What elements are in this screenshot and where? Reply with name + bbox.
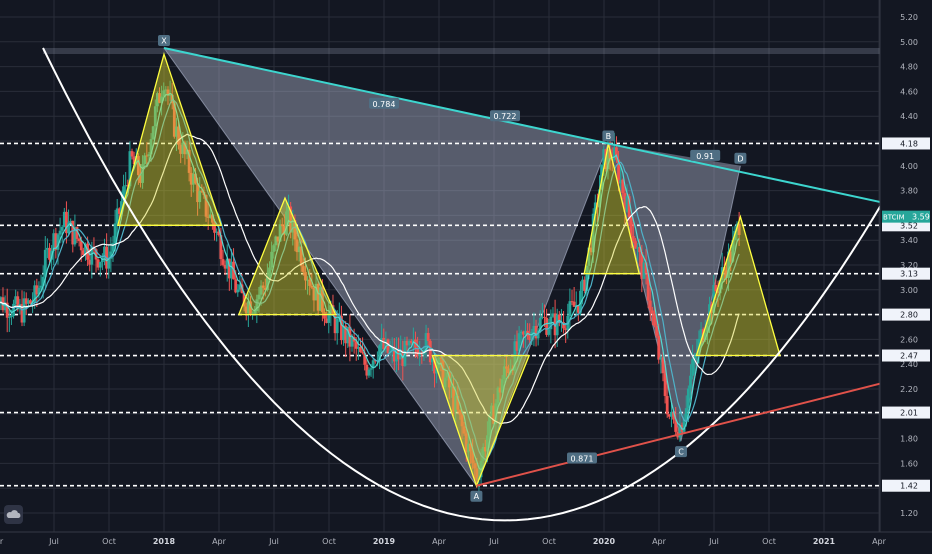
price-tick: 2.60 (900, 335, 918, 344)
level-price-text: 2.47 (900, 352, 918, 361)
candle-body (653, 314, 656, 326)
candle-body (222, 259, 225, 265)
symbol-label: BTCIM (883, 214, 905, 222)
chart-area[interactable]: X A B C D 0.784 0.722 0.91 0.871 5.20 5.00 4.80 4.6… (0, 0, 932, 550)
level-price-text: 1.42 (900, 482, 918, 491)
price-tick: 1.20 (900, 509, 918, 518)
point-label: A (474, 492, 480, 501)
price-chart[interactable]: X A B C D 0.784 0.722 0.91 0.871 5.20 5.00 4.80 4.6… (0, 0, 932, 550)
candle-body (370, 368, 373, 369)
time-tick: Jul (268, 537, 279, 546)
price-tick: 4.00 (900, 162, 918, 171)
price-tick: 3.40 (900, 236, 918, 245)
candle-body (687, 388, 690, 408)
level-price-text: 4.18 (900, 139, 918, 148)
candle-body (99, 262, 102, 268)
candle-body (649, 301, 652, 311)
price-tick: 4.80 (900, 63, 918, 72)
time-tick: Apr (872, 537, 887, 546)
candle-body (12, 304, 15, 316)
point-label: C (678, 448, 684, 457)
price-tick: 2.40 (900, 360, 918, 369)
price-tick: 2.20 (900, 385, 918, 394)
level-price-text: 2.80 (900, 311, 918, 320)
time-axis-bg (0, 532, 932, 550)
price-tick: 4.60 (900, 87, 918, 96)
price-tick: 3.00 (900, 286, 918, 295)
time-tick: Oct (762, 537, 776, 546)
tradingview-cloud-icon[interactable] (4, 505, 23, 524)
price-tick: 5.00 (900, 38, 918, 47)
point-label: B (606, 132, 612, 141)
candle-body (236, 290, 239, 293)
price-tick: 1.60 (900, 459, 918, 468)
ratio-label: 0.784 (373, 100, 396, 109)
candle-body (59, 231, 62, 235)
time-tick: Apr (432, 537, 447, 546)
ratio-label: 0.871 (571, 454, 594, 463)
candle-body (657, 336, 660, 360)
candle-body (632, 236, 635, 241)
candle-body (80, 241, 83, 250)
candle-body (336, 319, 339, 333)
time-tick: Jul (48, 537, 59, 546)
candle-body (651, 310, 654, 313)
level-price-text: 2.01 (900, 409, 918, 418)
time-tick: Apr (652, 537, 667, 546)
candle-body (10, 316, 13, 317)
candle-body (569, 301, 572, 316)
candle-body (131, 151, 134, 156)
ratio-label: 0.722 (494, 112, 517, 121)
time-tick: Jul (708, 537, 719, 546)
time-tick: 2019 (373, 537, 396, 546)
candle-body (61, 227, 64, 231)
candle-body (691, 359, 694, 375)
time-tick: Jul (488, 537, 499, 546)
candle-body (78, 239, 81, 241)
price-tick: 3.80 (900, 187, 918, 196)
candle-body (547, 329, 550, 335)
candle-body (427, 333, 430, 341)
time-tick: Apr (212, 537, 227, 546)
time-tick: 2018 (153, 537, 176, 546)
candle-body (666, 396, 669, 414)
level-price-text: 3.13 (900, 270, 918, 279)
price-axis[interactable]: 5.205.004.804.604.404.204.003.803.603.40… (880, 0, 932, 550)
time-axis[interactable]: prJulOct2018AprJulOct2019AprJulOct2020Ap… (0, 532, 932, 550)
price-tick: 4.40 (900, 112, 918, 121)
time-tick: Oct (542, 537, 556, 546)
time-tick: Oct (102, 537, 116, 546)
point-label: X (161, 37, 167, 46)
time-tick: 2020 (593, 537, 616, 546)
point-label: D (737, 154, 743, 163)
time-tick: Oct (322, 537, 336, 546)
candle-body (543, 317, 546, 318)
current-price-value: 3.59 (912, 213, 930, 222)
candle-body (664, 373, 667, 396)
candle-body (359, 347, 362, 352)
price-tick: 1.80 (900, 435, 918, 444)
ratio-label: 0.91 (696, 152, 714, 161)
candle-body (689, 376, 692, 389)
candle-body (368, 370, 371, 376)
time-tick: 2021 (813, 537, 836, 546)
price-tick: 5.20 (900, 13, 918, 22)
candle-body (655, 326, 658, 336)
level-price-text: 3.52 (900, 221, 918, 230)
